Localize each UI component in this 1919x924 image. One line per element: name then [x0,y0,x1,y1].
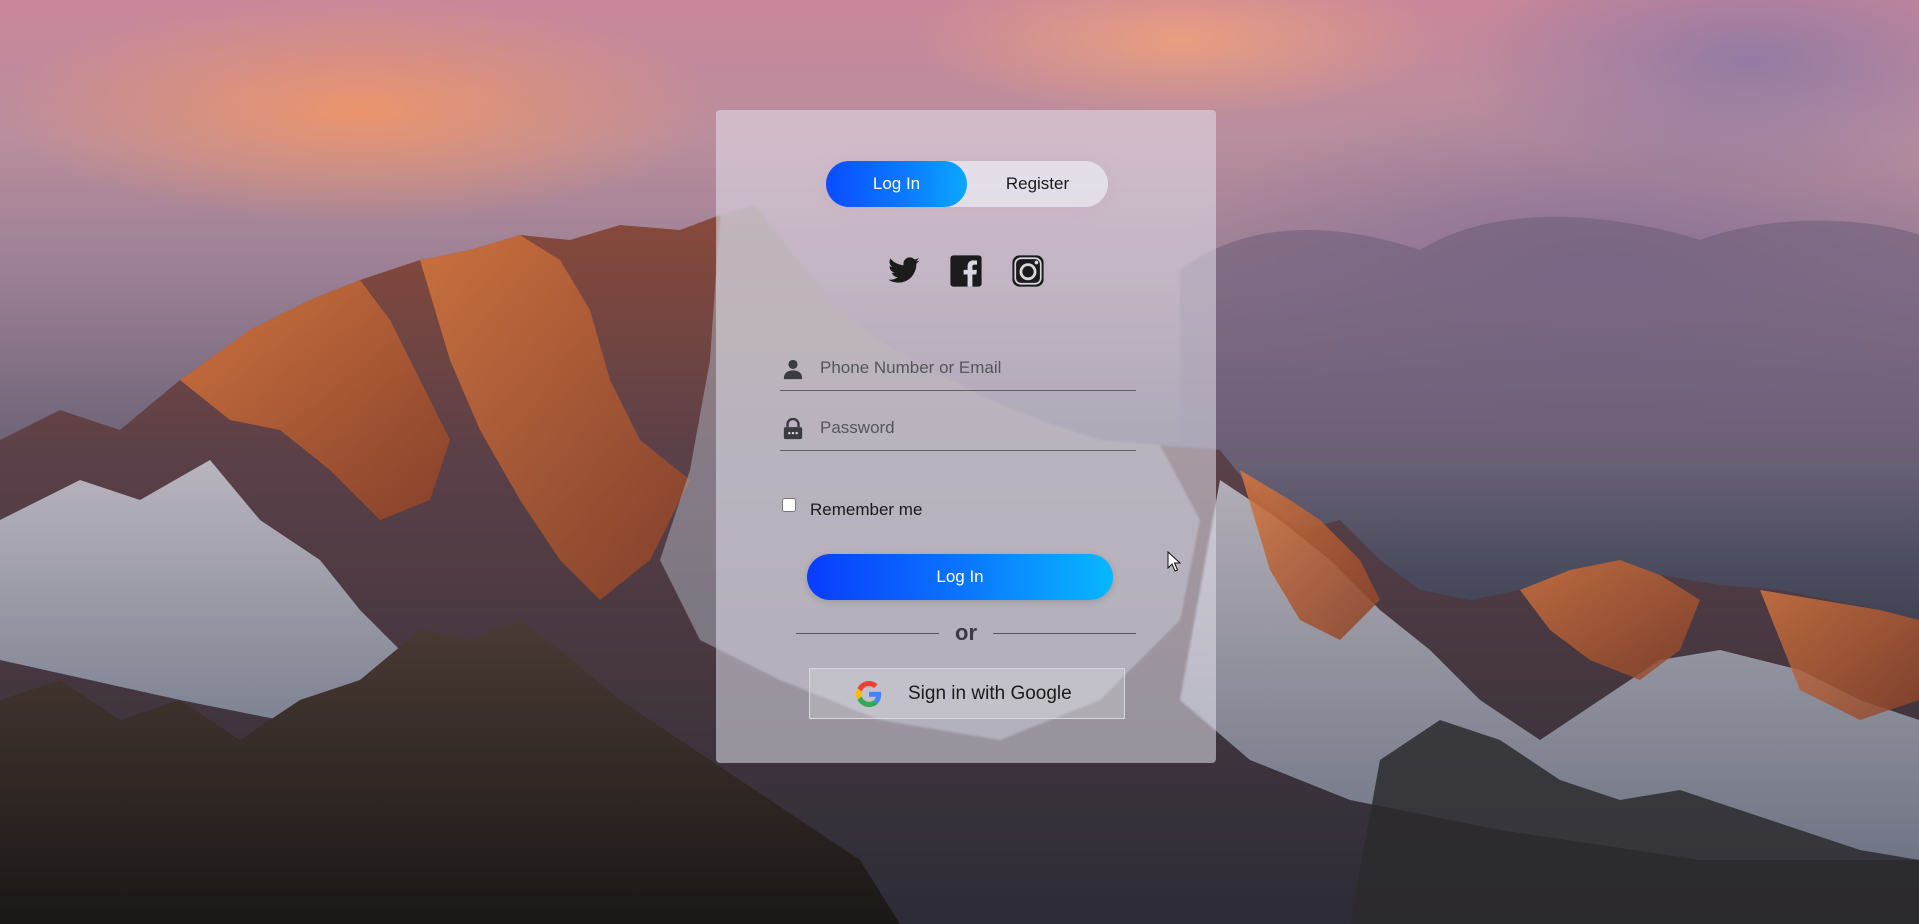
facebook-icon[interactable] [949,254,983,288]
lock-icon [783,418,803,440]
username-field [780,340,1136,391]
google-icon [856,681,882,707]
divider-line-right [993,633,1136,634]
remember-me-label: Remember me [810,500,923,519]
log-in-button[interactable]: Log In [807,554,1113,600]
user-icon [783,359,803,380]
password-field [780,400,1136,451]
remember-me-checkbox[interactable] [782,498,796,512]
twitter-icon[interactable] [887,254,921,288]
google-sign-in-label: Sign in with Google [908,683,1072,704]
or-divider: or [796,620,1136,646]
instagram-icon[interactable] [1011,254,1045,288]
auth-mode-toggle: Log In Register [826,161,1108,207]
social-login-row [716,254,1216,290]
tab-log-in[interactable]: Log In [826,161,967,207]
phone-email-input[interactable] [818,352,1122,384]
or-label: or [955,620,977,645]
password-input[interactable] [818,412,1122,444]
google-sign-in-button[interactable]: Sign in with Google [809,668,1125,719]
login-card: Log In Register Phone Number or Email Re… [716,110,1216,763]
tab-register[interactable]: Register [967,161,1108,207]
mouse-cursor-icon [1167,551,1182,572]
divider-line-left [796,633,939,634]
